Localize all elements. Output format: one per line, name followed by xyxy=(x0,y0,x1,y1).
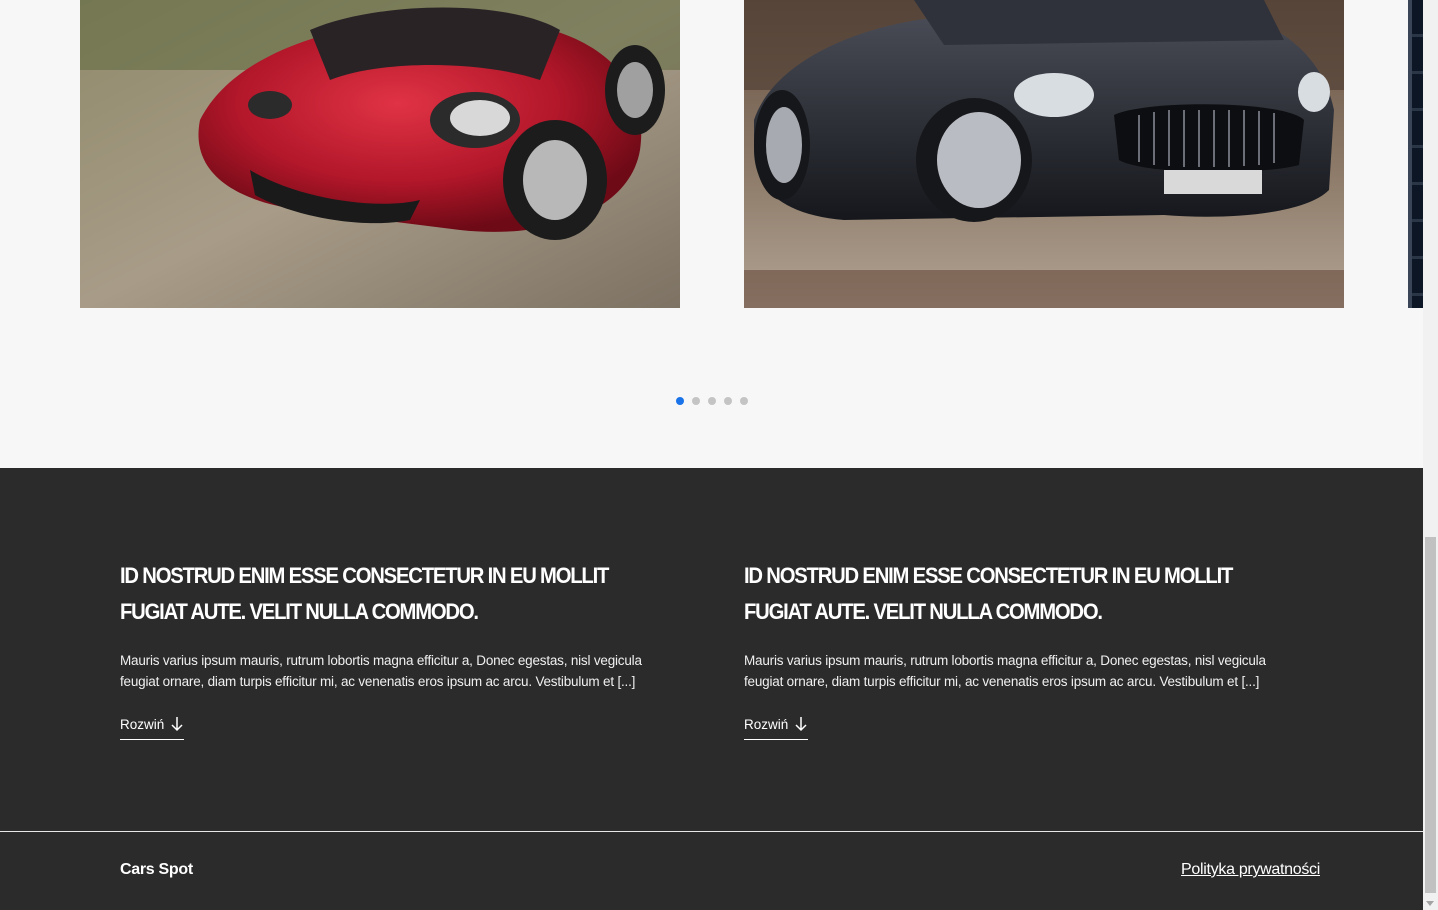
carousel-slide-next-peek[interactable] xyxy=(1408,0,1423,308)
articles-section: Id nostrud enim esse consectetur in eu m… xyxy=(0,468,1423,910)
carousel-dot-5[interactable] xyxy=(740,397,748,405)
black-car-image xyxy=(744,0,1344,308)
footer-brand: Cars Spot xyxy=(120,861,193,878)
article-excerpt: Mauris varius ipsum mauris, rutrum lobor… xyxy=(120,653,642,689)
expand-label: Rozwiń xyxy=(744,716,789,732)
article-card: Id nostrud enim esse consectetur in eu m… xyxy=(744,558,1304,740)
expand-link[interactable]: Rozwiń xyxy=(120,716,185,740)
car-carousel[interactable] xyxy=(0,0,1423,468)
footer-divider xyxy=(0,831,1423,832)
article-title: Id nostrud enim esse consectetur in eu m… xyxy=(120,563,609,624)
page-scrollbar[interactable] xyxy=(1423,0,1438,910)
article-card: Id nostrud enim esse consectetur in eu m… xyxy=(120,558,680,740)
next-slide-image xyxy=(1408,0,1423,308)
arrow-down-icon xyxy=(795,717,807,732)
arrow-down-icon xyxy=(171,717,183,732)
privacy-policy-link[interactable]: Polityka prywatności xyxy=(1181,861,1320,879)
expand-link[interactable]: Rozwiń xyxy=(744,716,809,740)
article-excerpt: Mauris varius ipsum mauris, rutrum lobor… xyxy=(744,653,1266,689)
carousel-pagination xyxy=(676,397,748,405)
scroll-down-arrow-icon[interactable] xyxy=(1426,901,1434,906)
carousel-dot-4[interactable] xyxy=(724,397,732,405)
expand-label: Rozwiń xyxy=(120,716,165,732)
carousel-slide-red-car[interactable] xyxy=(80,0,680,308)
article-title: Id nostrud enim esse consectetur in eu m… xyxy=(744,563,1233,624)
carousel-dot-3[interactable] xyxy=(708,397,716,405)
page: Id nostrud enim esse consectetur in eu m… xyxy=(0,0,1423,910)
red-car-image xyxy=(80,0,680,308)
scrollbar-thumb[interactable] xyxy=(1425,537,1436,893)
carousel-dot-2[interactable] xyxy=(692,397,700,405)
carousel-dot-1[interactable] xyxy=(676,397,684,405)
carousel-slide-black-car[interactable] xyxy=(744,0,1344,308)
